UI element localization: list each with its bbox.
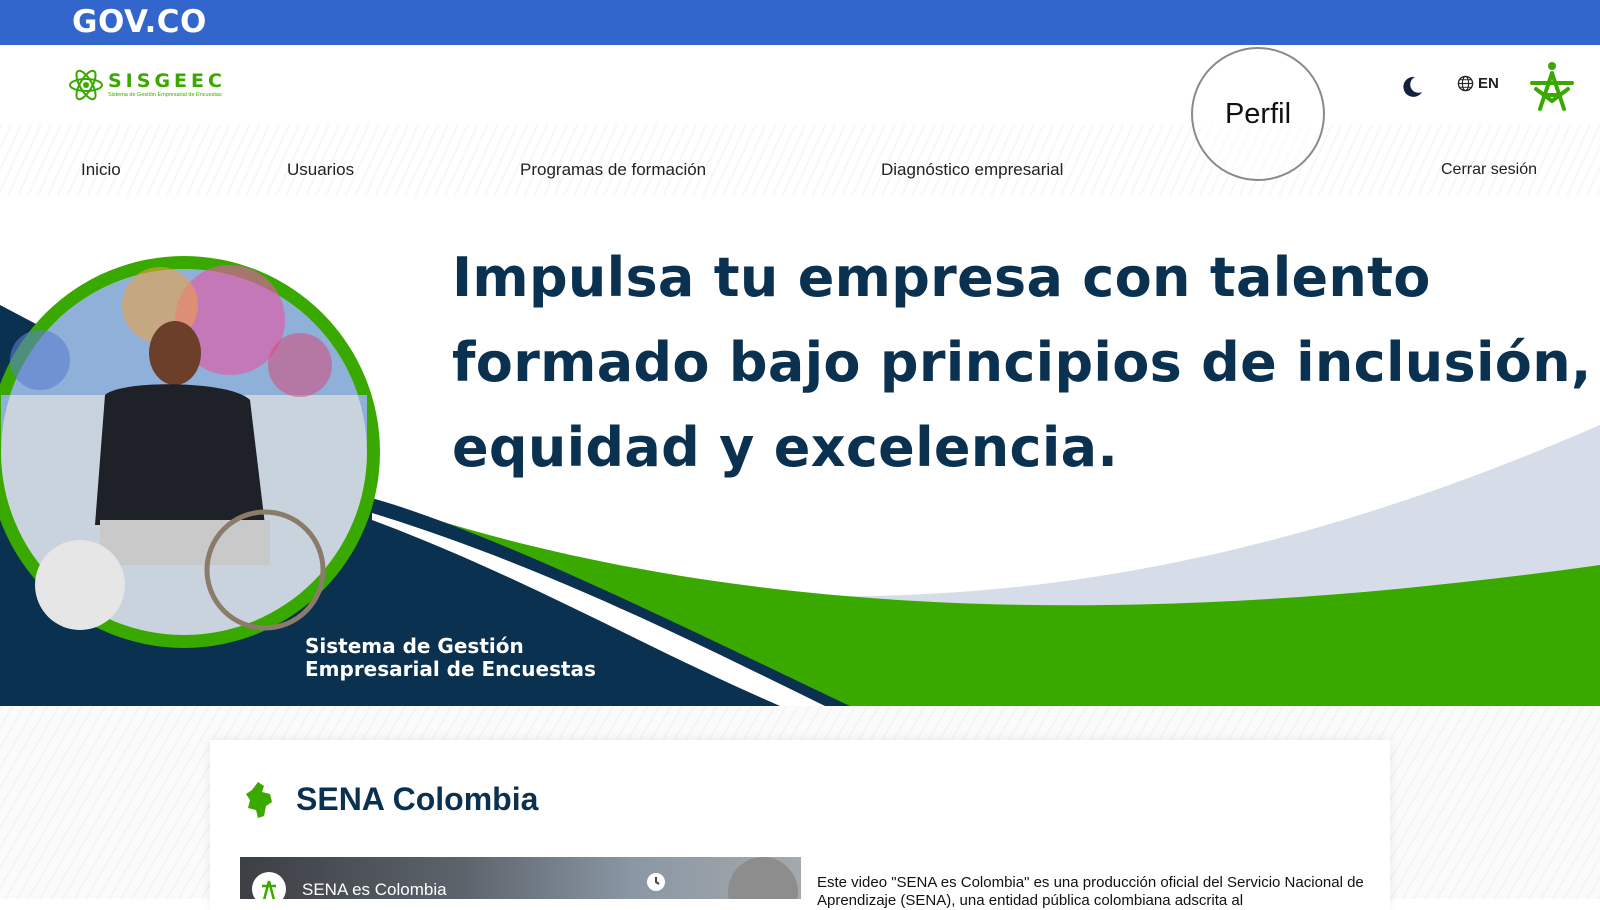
nav-perfil[interactable]: Perfil xyxy=(1191,47,1325,181)
brand-name: SISGEEC xyxy=(108,70,226,92)
nav-programas[interactable]: Programas de formación xyxy=(520,145,706,195)
hero-caption-line: Sistema de Gestión xyxy=(305,634,524,658)
section-title: SENA Colombia xyxy=(296,781,539,817)
sisgeec-brand[interactable]: SISGEEC Sistema de Gestión Empresarial d… xyxy=(68,67,226,103)
video-description: Este video "SENA es Colombia" es una pro… xyxy=(817,874,1364,909)
headline-line: equidad y excelencia. xyxy=(452,416,1119,479)
globe-icon xyxy=(1457,75,1474,92)
nav-diagnostico[interactable]: Diagnóstico empresarial xyxy=(881,145,1063,195)
video-title[interactable]: SENA es Colombia xyxy=(302,880,447,899)
hero-caption: Sistema de Gestión Empresarial de Encues… xyxy=(305,635,596,681)
site-header: SISGEEC Sistema de Gestión Empresarial d… xyxy=(0,45,1600,195)
video-share-badge[interactable] xyxy=(728,857,798,899)
nav-inicio[interactable]: Inicio xyxy=(81,145,121,195)
hero-headline: Impulsa tu empresa con talento formado b… xyxy=(452,235,1592,490)
hero-caption-line: Empresarial de Encuestas xyxy=(305,657,596,681)
headline-line: formado bajo principios de inclusión, xyxy=(452,331,1592,394)
brand-subtitle: Sistema de Gestión Empresarial de Encues… xyxy=(108,92,222,98)
colombia-map-icon xyxy=(246,782,272,818)
hero-banner: Impulsa tu empresa con talento formado b… xyxy=(0,195,1600,706)
sena-logo xyxy=(262,880,276,899)
sena-logo[interactable] xyxy=(1524,61,1580,113)
video-player[interactable]: SENA es Colombia xyxy=(240,857,801,899)
channel-avatar[interactable] xyxy=(252,872,286,899)
moon-icon[interactable] xyxy=(1398,73,1426,101)
nav-usuarios[interactable]: Usuarios xyxy=(287,145,354,195)
clock-icon[interactable] xyxy=(645,871,667,893)
language-switch[interactable]: EN xyxy=(1457,75,1499,92)
gov-top-bar: GOV.CO xyxy=(0,0,1600,45)
nav-cerrar-sesion[interactable]: Cerrar sesión xyxy=(1441,145,1537,195)
sisgeec-atom-icon xyxy=(69,69,103,101)
gov-co-logo[interactable]: GOV.CO xyxy=(72,4,207,40)
main-nav: Inicio Usuarios Programas de formación D… xyxy=(0,145,1600,195)
headline-line: Impulsa tu empresa con talento xyxy=(452,246,1431,309)
language-label: EN xyxy=(1478,75,1499,92)
